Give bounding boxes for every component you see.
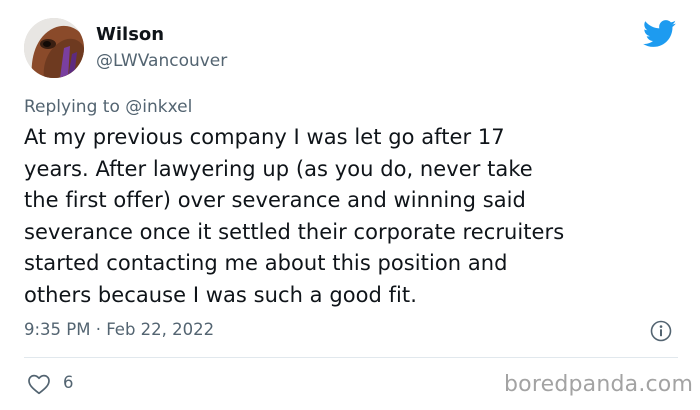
- tweet-timestamp[interactable]: 9:35 PM · Feb 22, 2022: [24, 320, 214, 339]
- tweet-line: others because I was such a good fit.: [24, 282, 417, 307]
- like-count: 6: [63, 373, 74, 392]
- tweet-line: years. After lawyering up (as you do, ne…: [24, 156, 533, 181]
- reply-prefix: Replying to: [24, 97, 120, 117]
- avatar[interactable]: [24, 18, 84, 78]
- tweet-text: At my previous company I was let go afte…: [24, 122, 684, 311]
- twitter-bird-icon[interactable]: [642, 20, 677, 52]
- source-watermark: boredpanda.com: [504, 372, 694, 397]
- tweet-line: started contacting me about this positio…: [24, 251, 508, 275]
- author-handle[interactable]: @LWVancouver: [96, 51, 227, 71]
- tweet-line: the first offer) over severance and winn…: [24, 188, 526, 212]
- info-icon[interactable]: [650, 320, 672, 346]
- reply-context: Replying to @inkxel: [24, 97, 192, 117]
- author-name[interactable]: Wilson: [96, 24, 164, 45]
- divider: [24, 357, 678, 358]
- tweet-line: severance once it settled their corporat…: [24, 219, 565, 244]
- tweet-line: At my previous company I was let go afte…: [24, 125, 505, 149]
- like-heart-icon[interactable]: [27, 373, 51, 399]
- horse-avatar-icon: [24, 18, 84, 78]
- reply-mention-link[interactable]: @inkxel: [125, 97, 192, 117]
